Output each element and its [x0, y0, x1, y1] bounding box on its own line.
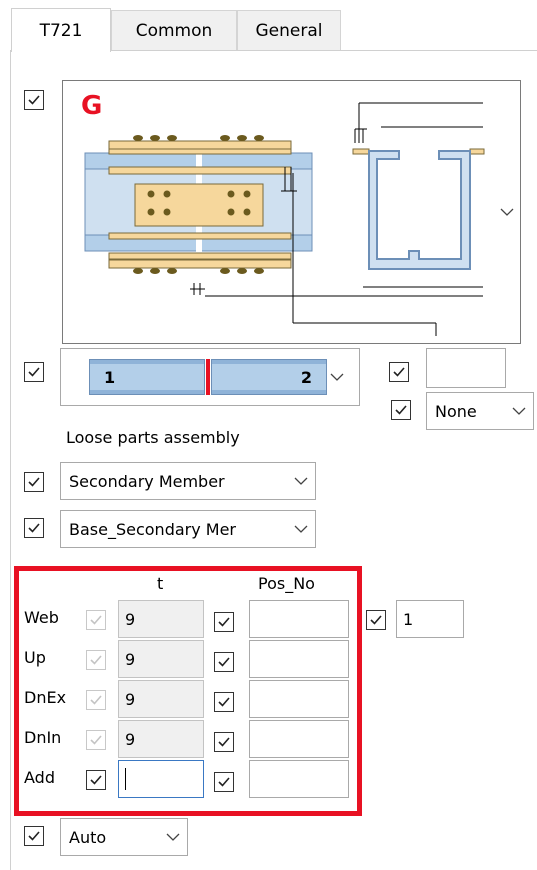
check-icon — [218, 697, 230, 707]
add-t-input[interactable] — [118, 760, 204, 798]
tab-common[interactable]: Common — [111, 10, 237, 50]
splice-part-2-label: 2 — [300, 368, 312, 387]
base-dropdown-value: Base_Secondary Mer — [69, 519, 237, 539]
web-pos-checkbox[interactable] — [214, 612, 234, 632]
loose-parts-label: Loose parts assembly — [66, 428, 240, 447]
check-icon — [90, 735, 102, 745]
tab-t721[interactable]: T721 — [11, 8, 111, 52]
row-label-dnex: DnEx — [24, 688, 67, 707]
none-dropdown[interactable]: None — [426, 392, 534, 430]
dnin-pos-input[interactable] — [249, 720, 349, 758]
splice-part-1-label: 1 — [104, 368, 116, 387]
dnin-checkbox — [86, 730, 106, 750]
up-checkbox — [86, 650, 106, 670]
row-label-dnin: DnIn — [24, 728, 62, 747]
right-field-checkbox[interactable] — [389, 362, 409, 382]
row-label-up: Up — [24, 648, 46, 667]
auto-dropdown[interactable]: Auto — [60, 818, 188, 856]
col-pos-header: Pos_No — [258, 574, 315, 593]
dnex-pos-checkbox[interactable] — [214, 692, 234, 712]
check-icon — [28, 477, 40, 487]
col-t-header: t — [157, 574, 164, 593]
preview-checkbox[interactable] — [24, 90, 44, 110]
splice-checkbox[interactable] — [24, 362, 44, 382]
auto-dropdown-value: Auto — [69, 827, 107, 847]
row-label-web: Web — [24, 608, 59, 627]
web-pos-input[interactable] — [249, 600, 349, 638]
splice-part-2: 2 — [211, 359, 327, 395]
check-icon — [395, 405, 407, 415]
check-icon — [90, 775, 102, 785]
splice-selector-graphic: 1 2 — [89, 359, 333, 395]
chevron-down-icon — [512, 407, 526, 415]
check-icon — [218, 737, 230, 747]
web-t-input[interactable]: 9 — [118, 600, 204, 638]
member-dropdown[interactable]: Secondary Member — [60, 462, 316, 500]
check-icon — [90, 615, 102, 625]
up-pos-checkbox[interactable] — [214, 652, 234, 672]
up-t-input[interactable]: 9 — [118, 640, 204, 678]
base-dropdown[interactable]: Base_Secondary Mer — [60, 510, 316, 548]
none-dropdown-value: None — [435, 401, 477, 421]
connection-preview[interactable]: G — [62, 80, 521, 344]
chevron-down-icon — [293, 523, 309, 535]
dnex-checkbox — [86, 690, 106, 710]
add-pos-input[interactable] — [249, 760, 349, 798]
check-icon — [393, 367, 405, 377]
base-checkbox[interactable] — [24, 518, 44, 538]
add-pos-checkbox[interactable] — [214, 772, 234, 792]
dnex-t-input[interactable]: 9 — [118, 680, 204, 718]
tab-general[interactable]: General — [237, 10, 341, 50]
check-icon — [370, 615, 382, 625]
extra-checkbox[interactable] — [366, 610, 386, 630]
splice-divider — [206, 359, 210, 395]
dnin-pos-checkbox[interactable] — [214, 732, 234, 752]
chevron-down-icon — [166, 833, 180, 841]
check-icon — [90, 655, 102, 665]
add-checkbox[interactable] — [86, 770, 106, 790]
dnin-t-input[interactable]: 9 — [118, 720, 204, 758]
check-icon — [218, 777, 230, 787]
web-checkbox — [86, 610, 106, 630]
check-icon — [218, 657, 230, 667]
none-checkbox[interactable] — [391, 400, 411, 420]
member-checkbox[interactable] — [24, 472, 44, 492]
check-icon — [28, 523, 40, 533]
up-pos-input[interactable] — [249, 640, 349, 678]
preview-chevron-down-icon[interactable] — [499, 206, 515, 218]
row-label-add: Add — [24, 768, 55, 787]
text-caret — [125, 768, 126, 790]
chevron-down-icon — [330, 373, 344, 381]
member-dropdown-value: Secondary Member — [69, 471, 225, 491]
check-icon — [28, 831, 40, 841]
right-value-input[interactable] — [426, 348, 506, 388]
dnex-pos-input[interactable] — [249, 680, 349, 718]
splice-drawing — [84, 102, 485, 336]
splice-type-dropdown[interactable]: 1 2 — [60, 348, 360, 406]
auto-checkbox[interactable] — [24, 826, 44, 846]
check-icon — [90, 695, 102, 705]
check-icon — [218, 617, 230, 627]
chevron-down-icon — [294, 477, 308, 485]
check-icon — [28, 367, 40, 377]
splice-part-1: 1 — [89, 359, 205, 395]
extra-value-input[interactable]: 1 — [396, 600, 464, 638]
check-icon — [28, 95, 40, 105]
